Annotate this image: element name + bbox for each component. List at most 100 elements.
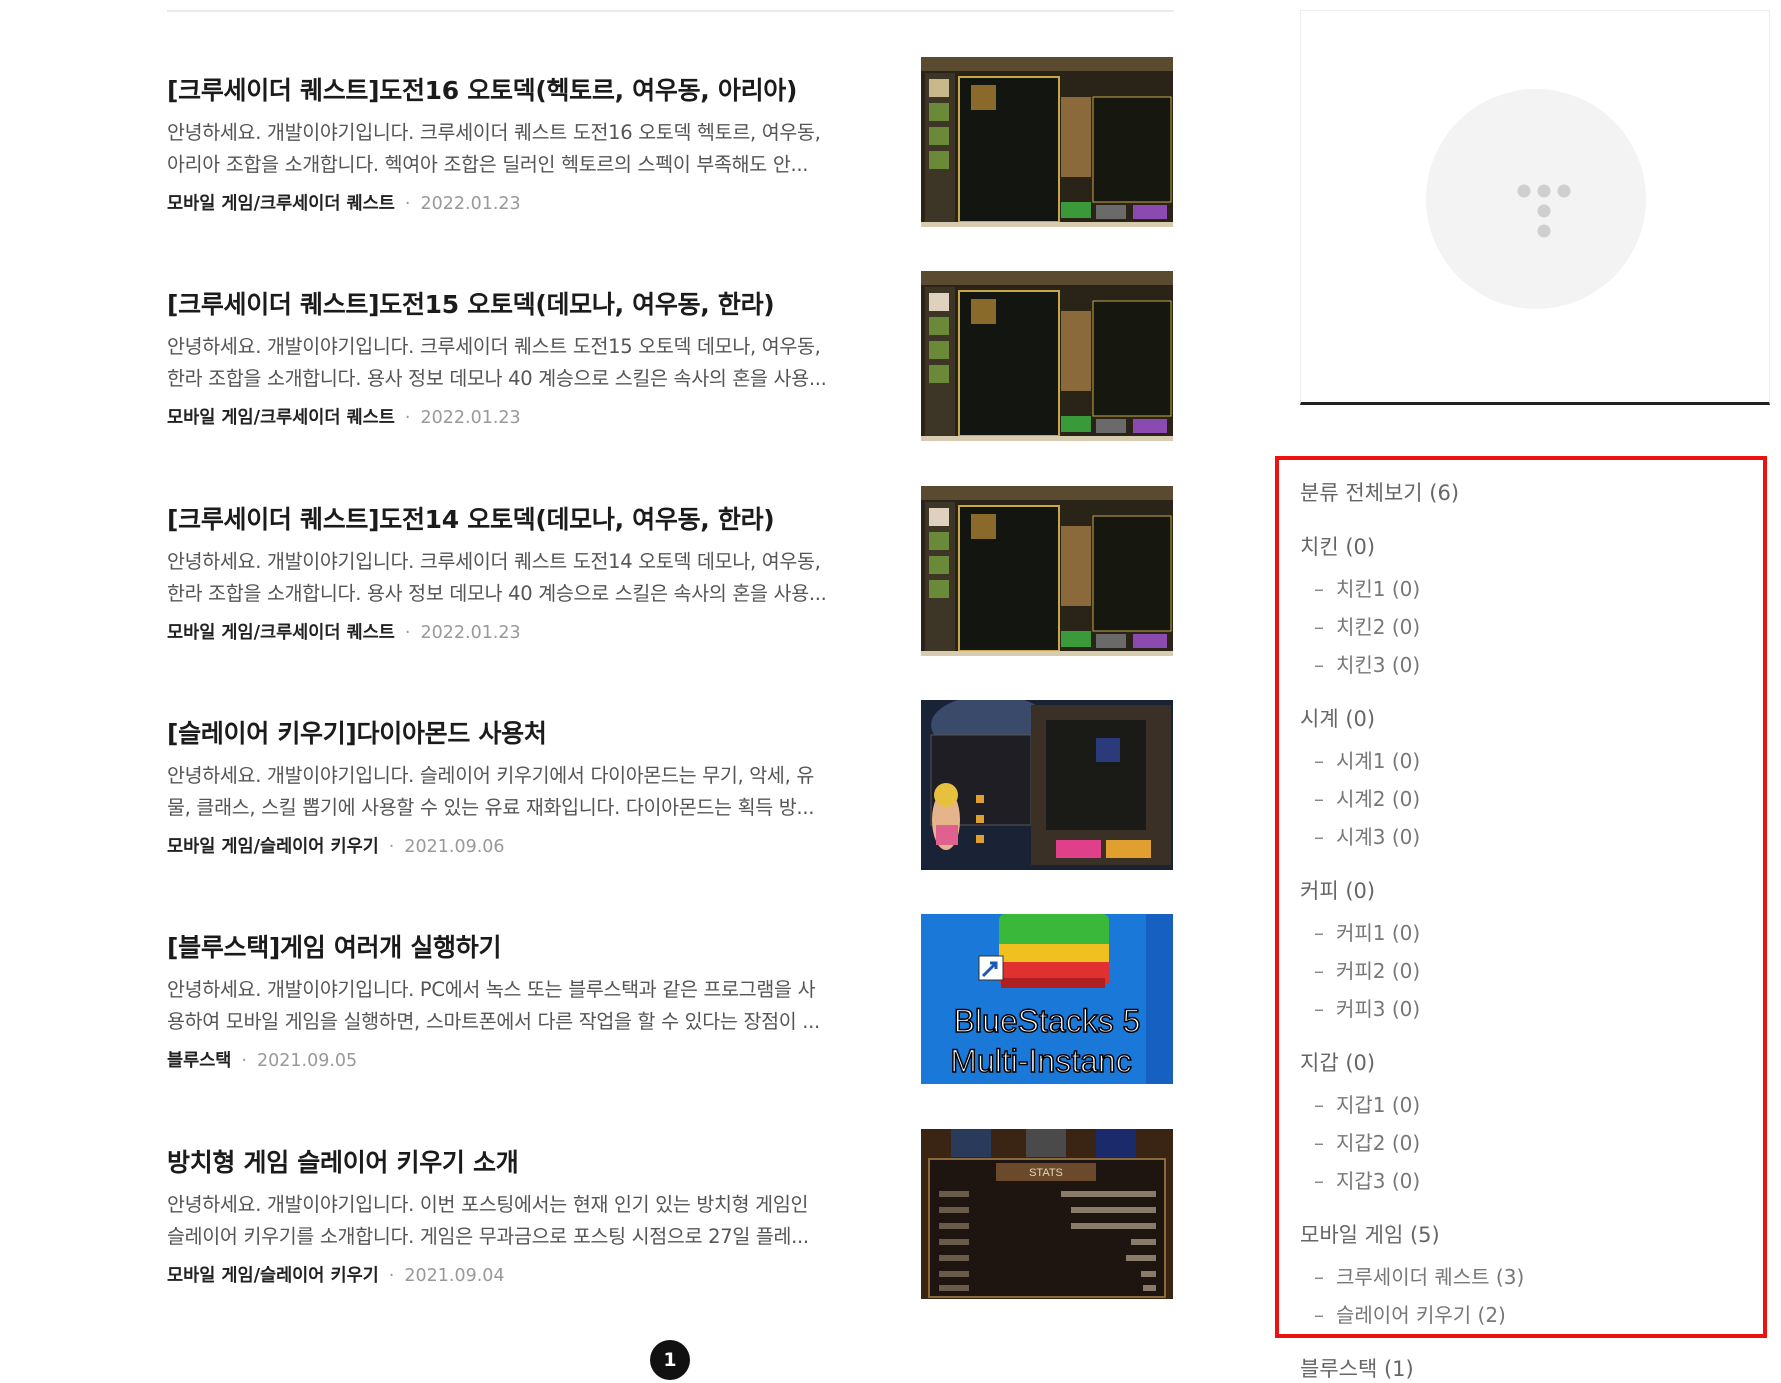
post-category[interactable]: 모바일 게임/크루세이더 퀘스트 [167, 408, 395, 428]
post-date: 2021.09.05 [256, 1051, 358, 1071]
post-category[interactable]: 모바일 게임/크루세이더 퀘스트 [167, 623, 395, 643]
category-label: 모바일 게임 (5) [1300, 1223, 1440, 1247]
post-title[interactable]: [크루세이더 퀘스트]도전14 오토덱(데모나, 여우동, 한라) [167, 500, 867, 536]
post-excerpt: 안녕하세요. 개발이야기입니다. 슬레이어 키우기에서 다이아몬드는 무기, 악… [167, 760, 867, 824]
category-subitem[interactable]: – 커피3 (0) [1300, 993, 1420, 1022]
post-meta: 모바일 게임/크루세이더 퀘스트 · 2022.01.23 [167, 190, 521, 215]
category-dash: – [1314, 653, 1324, 677]
category-subitem[interactable]: – 지갑2 (0) [1300, 1127, 1420, 1156]
post-title[interactable]: [블루스택]게임 여러개 실행하기 [167, 928, 867, 964]
category-subitem[interactable]: – 크루세이더 퀘스트 (3) [1300, 1261, 1524, 1290]
post-meta: 모바일 게임/슬레이어 키우기 · 2021.09.06 [167, 833, 505, 858]
excerpt-line: 안녕하세요. 개발이야기입니다. 이번 포스팅에서는 현재 인기 있는 방치형 … [167, 1193, 809, 1216]
post-item[interactable]: [블루스택]게임 여러개 실행하기 안녕하세요. 개발이야기입니다. PC에서 … [167, 914, 1174, 1084]
excerpt-line: 안녕하세요. 개발이야기입니다. 크루세이더 퀘스트 도전15 오토덱 데모나,… [167, 335, 821, 358]
category-subitem[interactable]: – 지갑3 (0) [1300, 1165, 1420, 1194]
category-subitem[interactable]: – 커피1 (0) [1300, 917, 1420, 946]
game-screenshot-image [921, 271, 1173, 441]
post-item[interactable]: [크루세이더 퀘스트]도전16 오토덱(헥토르, 여우동, 아리아) 안녕하세요… [167, 57, 1174, 227]
category-label: 분류 전체보기 (6) [1300, 481, 1460, 505]
meta-separator: · [404, 623, 411, 643]
category-dash: – [1314, 997, 1324, 1021]
post-title[interactable]: [크루세이더 퀘스트]도전15 오토덱(데모나, 여우동, 한라) [167, 285, 867, 321]
category-subitem[interactable]: – 치킨2 (0) [1300, 611, 1420, 640]
category-dash: – [1314, 1303, 1324, 1327]
category-label: 지갑1 (0) [1336, 1093, 1421, 1117]
post-thumbnail[interactable] [921, 271, 1173, 441]
post-category[interactable]: 모바일 게임/크루세이더 퀘스트 [167, 194, 395, 214]
post-excerpt: 안녕하세요. 개발이야기입니다. PC에서 녹스 또는 블루스택과 같은 프로그… [167, 974, 867, 1038]
category-dash: – [1314, 787, 1324, 811]
post-title[interactable]: [슬레이어 키우기]다이아몬드 사용처 [167, 714, 867, 750]
category-dash: – [1314, 1093, 1324, 1117]
post-date: 2022.01.23 [420, 194, 521, 214]
post-category[interactable]: 모바일 게임/슬레이어 키우기 [167, 1266, 379, 1286]
category-dash: – [1314, 959, 1324, 983]
category-item[interactable]: 시계 (0) [1300, 703, 1375, 733]
post-thumbnail[interactable] [921, 486, 1173, 656]
category-subitem[interactable]: – 슬레이어 키우기 (2) [1300, 1299, 1506, 1328]
category-dash: – [1314, 749, 1324, 773]
excerpt-line: 슬레이어 키우기를 소개합니다. 게임은 무과금으로 포스팅 시점으로 27일 … [167, 1225, 809, 1248]
category-subitem[interactable]: – 지갑1 (0) [1300, 1089, 1420, 1118]
category-item[interactable]: 모바일 게임 (5) [1300, 1219, 1440, 1249]
post-category[interactable]: 모바일 게임/슬레이어 키우기 [167, 837, 379, 857]
post-thumbnail[interactable] [921, 700, 1173, 870]
post-title[interactable]: 방치형 게임 슬레이어 키우기 소개 [167, 1143, 867, 1179]
category-item[interactable]: 치킨 (0) [1300, 531, 1375, 561]
category-label: 시계 (0) [1300, 707, 1376, 731]
post-meta: 블루스택 · 2021.09.05 [167, 1047, 357, 1072]
meta-separator: · [388, 837, 395, 857]
category-dash: – [1314, 921, 1324, 945]
post-meta: 모바일 게임/슬레이어 키우기 · 2021.09.04 [167, 1262, 505, 1287]
post-excerpt: 안녕하세요. 개발이야기입니다. 이번 포스팅에서는 현재 인기 있는 방치형 … [167, 1189, 867, 1253]
post-item[interactable]: 방치형 게임 슬레이어 키우기 소개 안녕하세요. 개발이야기입니다. 이번 포… [167, 1129, 1174, 1299]
post-excerpt: 안녕하세요. 개발이야기입니다. 크루세이더 퀘스트 도전15 오토덱 데모나,… [167, 331, 867, 395]
category-label: 치킨 (0) [1300, 535, 1376, 559]
pagination-current-page[interactable]: 1 [650, 1340, 690, 1380]
category-item[interactable]: 커피 (0) [1300, 875, 1375, 905]
category-label: 커피 (0) [1300, 879, 1376, 903]
category-label: 크루세이더 퀘스트 (3) [1336, 1265, 1525, 1289]
post-date: 2021.09.06 [404, 837, 505, 857]
category-label: 시계1 (0) [1336, 749, 1421, 773]
post-meta: 모바일 게임/크루세이더 퀘스트 · 2022.01.23 [167, 619, 521, 644]
game-stats-image: STATS [921, 1129, 1173, 1299]
excerpt-line: 용하여 모바일 게임을 실행하면, 스마트폰에서 다른 작업을 할 수 있다는 … [167, 1010, 820, 1033]
category-label: 지갑 (0) [1300, 1051, 1376, 1075]
game-screenshot-image [921, 700, 1173, 870]
category-dash: – [1314, 1265, 1324, 1289]
meta-separator: · [241, 1051, 247, 1071]
excerpt-line: 안녕하세요. 개발이야기입니다. PC에서 녹스 또는 블루스택과 같은 프로그… [167, 978, 816, 1001]
category-label: 치킨1 (0) [1336, 577, 1421, 601]
post-thumbnail[interactable]: BlueStacks 5 Multi-Instanc [921, 914, 1173, 1084]
category-item[interactable]: 블루스택 (1) [1300, 1353, 1414, 1383]
post-excerpt: 안녕하세요. 개발이야기입니다. 크루세이더 퀘스트 도전16 오토덱 헥토르,… [167, 117, 867, 181]
post-category[interactable]: 블루스택 [167, 1051, 231, 1071]
post-thumbnail[interactable]: STATS [921, 1129, 1173, 1299]
category-subitem[interactable]: – 시계2 (0) [1300, 783, 1420, 812]
post-item[interactable]: [크루세이더 퀘스트]도전14 오토덱(데모나, 여우동, 한라) 안녕하세요.… [167, 486, 1174, 656]
post-excerpt: 안녕하세요. 개발이야기입니다. 크루세이더 퀘스트 도전14 오토덱 데모나,… [167, 546, 867, 610]
category-subitem[interactable]: – 시계3 (0) [1300, 821, 1420, 850]
category-subitem[interactable]: – 시계1 (0) [1300, 745, 1420, 774]
meta-separator: · [388, 1266, 395, 1286]
category-dash: – [1314, 1169, 1324, 1193]
post-title[interactable]: [크루세이더 퀘스트]도전16 오토덱(헥토르, 여우동, 아리아) [167, 71, 867, 107]
post-item[interactable]: [크루세이더 퀘스트]도전15 오토덱(데모나, 여우동, 한라) 안녕하세요.… [167, 271, 1174, 441]
game-screenshot-image [921, 486, 1173, 656]
category-label: 시계2 (0) [1336, 787, 1421, 811]
category-item[interactable]: 지갑 (0) [1300, 1047, 1375, 1077]
category-dash: – [1314, 825, 1324, 849]
category-subitem[interactable]: – 커피2 (0) [1300, 955, 1420, 984]
category-subitem[interactable]: – 치킨3 (0) [1300, 649, 1420, 678]
post-date: 2022.01.23 [420, 408, 521, 428]
category-subitem[interactable]: – 치킨1 (0) [1300, 573, 1420, 602]
post-date: 2021.09.04 [404, 1266, 505, 1286]
category-label: 지갑3 (0) [1336, 1169, 1421, 1193]
post-thumbnail[interactable] [921, 57, 1173, 227]
category-all[interactable]: 분류 전체보기 (6) [1300, 477, 1459, 507]
excerpt-line: 한라 조합을 소개합니다. 용사 정보 데모나 40 계승으로 스킬은 속사의 … [167, 582, 827, 605]
category-dash: – [1314, 577, 1324, 601]
post-item[interactable]: [슬레이어 키우기]다이아몬드 사용처 안녕하세요. 개발이야기입니다. 슬레이… [167, 700, 1174, 870]
